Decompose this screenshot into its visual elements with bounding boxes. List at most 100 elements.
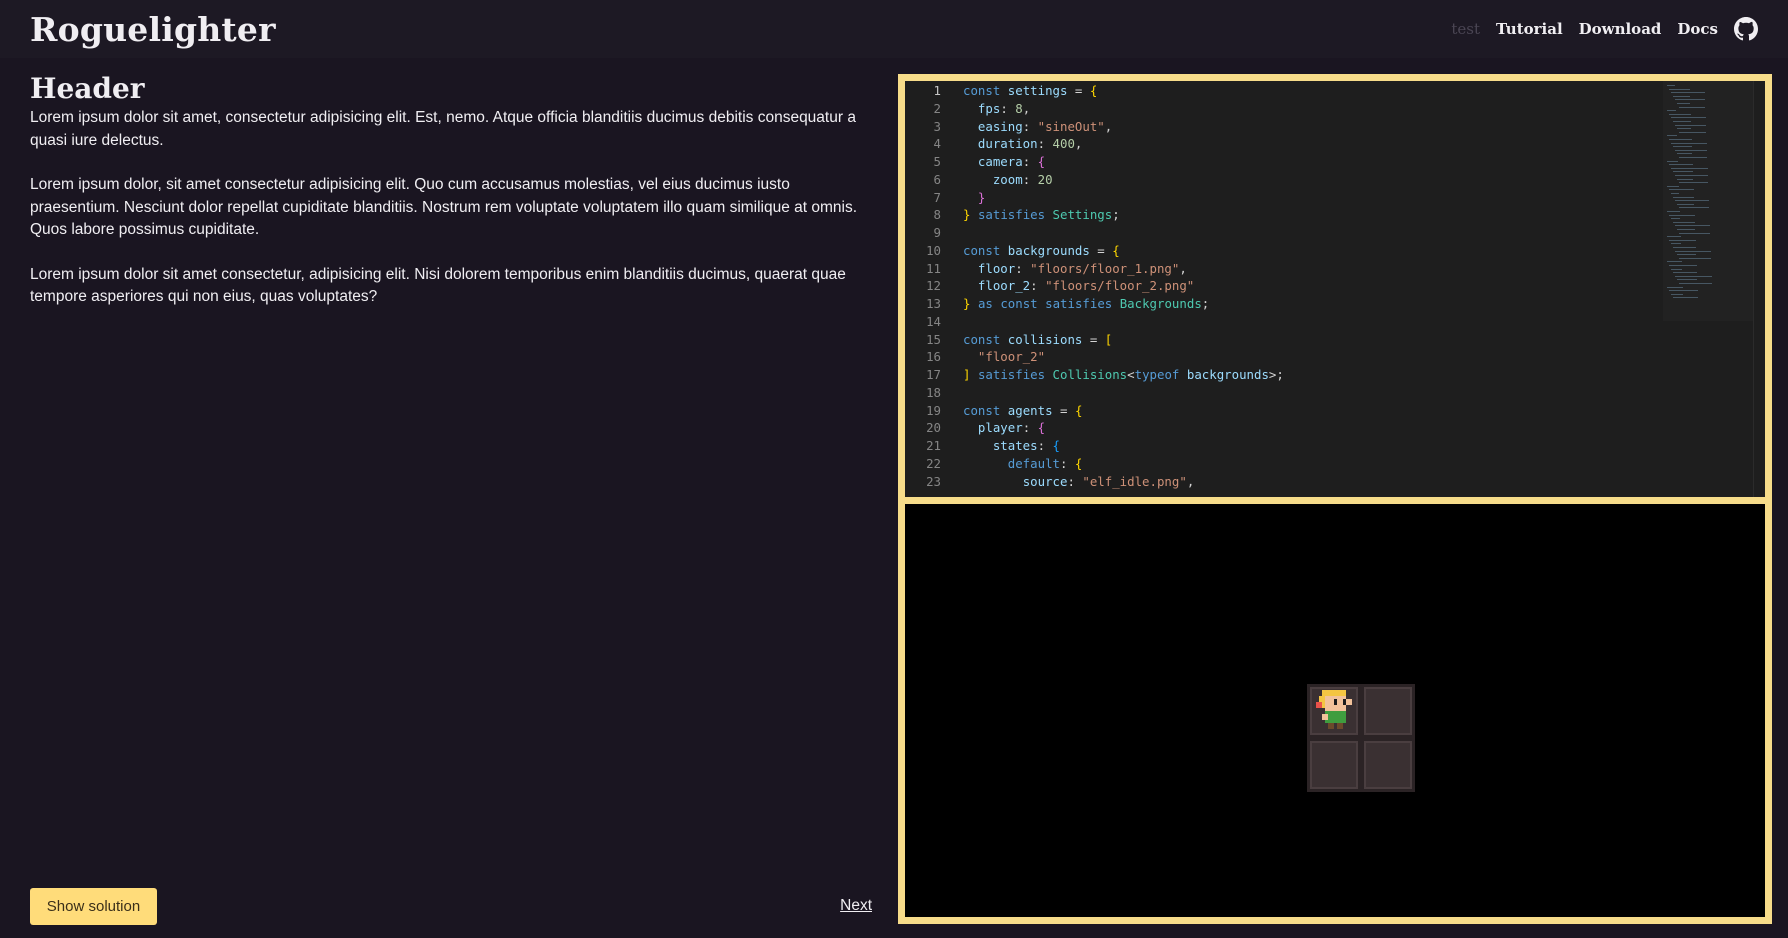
nav-test-link[interactable]: test [1451,20,1480,38]
code-line[interactable]: 1 const settings = { [905,82,1765,100]
minimap-line [1675,99,1705,101]
minimap-line [1667,211,1680,212]
code-token: const [1000,296,1038,311]
minimap-line [1679,232,1710,234]
editor-scrollbar[interactable] [1753,81,1765,497]
code-line[interactable]: 2 fps: 8, [905,100,1765,118]
minimap-line [1667,160,1678,162]
code-token: const [963,242,1001,258]
minimap-line [1673,196,1694,198]
minimap-line [1679,257,1711,259]
code-line[interactable]: 20 player: { [905,419,1765,437]
code-line[interactable]: 14 [905,313,1765,331]
code-line[interactable]: 12 floor_2: "floors/floor_2.png" [905,277,1765,295]
code-token: } [977,189,986,205]
minimap-line [1677,229,1695,230]
code-token: const [963,402,1001,418]
code-token: : [1022,154,1038,169]
code-token: default [1007,455,1060,471]
minimap-line [1667,135,1677,137]
code-token: agents [1007,402,1053,418]
code-lines[interactable]: 1 const settings = {2 fps: 8, 3 easing: "s… [905,81,1765,497]
code-line[interactable]: 16 "floor_2" [905,348,1765,366]
line-content: default: { [941,455,1083,473]
code-token: states [992,438,1038,453]
code-token: : [1059,455,1075,471]
code-line[interactable]: 15 const collisions = [ [905,331,1765,349]
code-line[interactable]: 3 easing: "sineOut", [905,118,1765,136]
code-line[interactable]: 9 [905,224,1765,242]
code-line[interactable]: 13} as const satisfies Backgrounds; [905,295,1765,313]
line-content [941,313,963,331]
line-content: } satisfies Settings; [941,206,1120,224]
code-line[interactable]: 4 duration: 400, [905,135,1765,153]
minimap-line [1677,279,1697,281]
minimap-line [1667,85,1675,86]
minimap-line [1679,182,1708,184]
code-token: = [1089,242,1113,258]
line-number: 4 [933,136,941,152]
code-line[interactable]: 6 zoom: 20 [905,171,1765,189]
code-line[interactable]: 11 floor: "floors/floor_1.png", [905,260,1765,278]
next-link[interactable]: Next [840,897,872,915]
code-line[interactable]: 10 const backgrounds = { [905,242,1765,260]
minimap-line [1679,157,1707,158]
code-token: "floors/floor_2.png" [1045,278,1195,294]
github-icon[interactable] [1734,17,1758,41]
code-line[interactable]: 23 source: "elf_idle.png", [905,473,1765,491]
line-content [941,224,963,242]
minimap-line [1677,203,1694,205]
code-line[interactable]: 18 [905,384,1765,402]
minimap-line [1675,225,1710,227]
tile-grid [1307,684,1415,792]
code-token: const [963,83,1001,98]
line-content: floor_2: "floors/floor_2.png" [941,277,1194,295]
code-token: "elf_idle.png" [1082,473,1187,489]
editor-minimap[interactable] [1663,81,1753,321]
code-line[interactable]: 5 camera: { [905,153,1765,171]
minimap-line [1669,239,1696,241]
code-token: source [1022,473,1068,489]
code-token: typeof [1134,367,1180,382]
code-line[interactable]: 19 const agents = { [905,402,1765,420]
code-token: Collisions [1052,367,1128,382]
code-line[interactable]: 8} satisfies Settings; [905,206,1765,224]
code-token: , [1074,136,1083,152]
game-preview[interactable] [898,497,1772,924]
minimap-line [1669,113,1691,115]
line-number: 5 [933,154,941,169]
minimap-line [1671,117,1706,119]
minimap-line [1677,153,1692,155]
line-number: 17 [926,367,941,382]
code-token: ; [1112,207,1120,223]
line-content: ] satisfies Collisions<typeof background… [941,366,1284,384]
line-content: source: "elf_idle.png", [941,473,1195,491]
code-line[interactable]: 7 } [905,189,1765,207]
show-solution-button[interactable]: Show solution [30,888,157,925]
line-number: 16 [926,349,941,365]
minimap-line [1679,131,1706,133]
line-number: 9 [933,225,941,240]
code-line[interactable]: 22 default: { [905,455,1765,473]
minimap-line [1675,124,1706,126]
line-number: 2 [933,100,941,116]
code-token: : [1037,136,1053,152]
nav-docs-link[interactable]: Docs [1677,20,1718,38]
floor-tile [1307,738,1361,792]
line-number: 19 [926,402,941,418]
minimap-line [1671,142,1707,144]
code-editor[interactable]: 1 const settings = {2 fps: 8, 3 easing: "s… [898,74,1772,504]
minimap-line [1673,221,1695,223]
nav-tutorial-link[interactable]: Tutorial [1496,20,1563,38]
code-line[interactable]: 21 states: { [905,437,1765,455]
nav-download-link[interactable]: Download [1579,20,1662,38]
code-token: = [1067,83,1090,98]
code-token: settings [1007,83,1068,98]
code-line[interactable]: 17] satisfies Collisions<typeof backgrou… [905,366,1765,384]
brand-title[interactable]: Roguelighter [30,10,276,49]
code-token: , [1179,260,1187,276]
